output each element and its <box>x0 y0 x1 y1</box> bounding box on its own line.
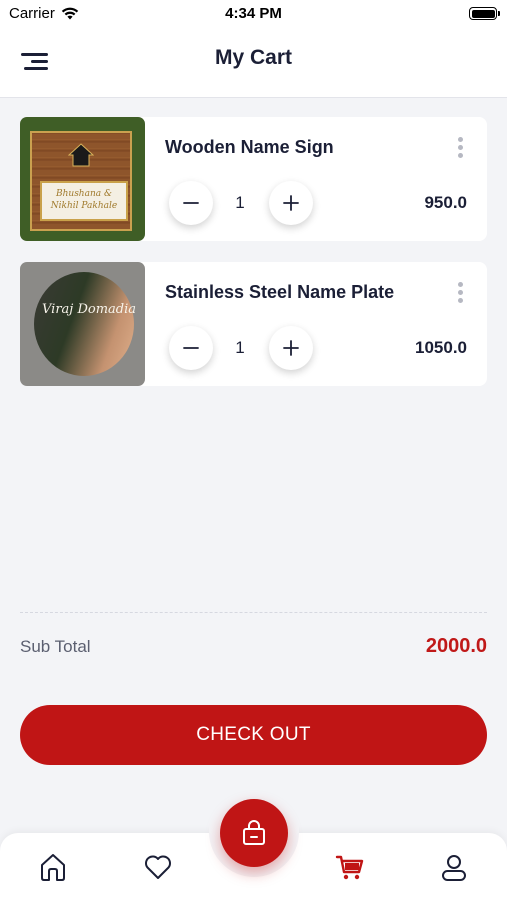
divider <box>20 612 487 613</box>
product-image: Viraj Domadia <box>20 262 145 386</box>
product-image-caption: Viraj Domadia <box>42 302 137 317</box>
battery-icon <box>469 7 500 20</box>
subtotal-label: Sub Total <box>20 637 91 656</box>
nav-favorites[interactable] <box>140 849 176 885</box>
page-title: My Cart <box>214 46 293 69</box>
home-icon <box>41 854 65 881</box>
increase-quantity-button[interactable] <box>269 326 313 370</box>
cart-icon <box>335 855 364 880</box>
cart-item[interactable]: Bhushana & Nikhil Pakhale Wooden Name Si… <box>20 117 487 241</box>
decrease-quantity-button[interactable] <box>169 181 213 225</box>
cart-item[interactable]: Viraj Domadia Stainless Steel Name Plate… <box>20 262 487 386</box>
user-icon <box>442 855 466 881</box>
header: My Cart <box>0 28 507 98</box>
decrease-quantity-button[interactable] <box>169 326 213 370</box>
status-time: 4:34 PM <box>225 5 282 22</box>
status-bar: Carrier 4:34 PM <box>0 0 507 28</box>
increase-quantity-button[interactable] <box>269 181 313 225</box>
plus-icon <box>283 195 299 211</box>
more-options-icon[interactable] <box>455 280 465 306</box>
nav-shop-button[interactable] <box>220 799 288 867</box>
shopping-bag-icon <box>243 820 265 845</box>
plus-icon <box>283 340 299 356</box>
quantity-value: 1 <box>235 338 245 357</box>
checkout-button[interactable]: CHECK OUT <box>20 705 487 765</box>
nav-cart[interactable] <box>332 849 368 885</box>
nav-home[interactable] <box>35 849 71 885</box>
item-price: 950.0 <box>424 193 467 212</box>
item-name: Stainless Steel Name Plate <box>165 282 395 302</box>
product-image: Bhushana & Nikhil Pakhale <box>20 117 145 241</box>
more-options-icon[interactable] <box>455 135 465 161</box>
item-price: 1050.0 <box>415 338 467 357</box>
item-name: Wooden Name Sign <box>165 137 334 157</box>
house-emblem-icon <box>68 143 94 167</box>
minus-icon <box>183 202 199 204</box>
subtotal-value: 2000.0 <box>425 635 487 657</box>
quantity-value: 1 <box>235 193 245 212</box>
heart-icon <box>145 855 171 879</box>
nav-profile[interactable] <box>436 849 472 885</box>
minus-icon <box>183 347 199 349</box>
product-image-caption: Bhushana & Nikhil Pakhale <box>40 181 128 221</box>
